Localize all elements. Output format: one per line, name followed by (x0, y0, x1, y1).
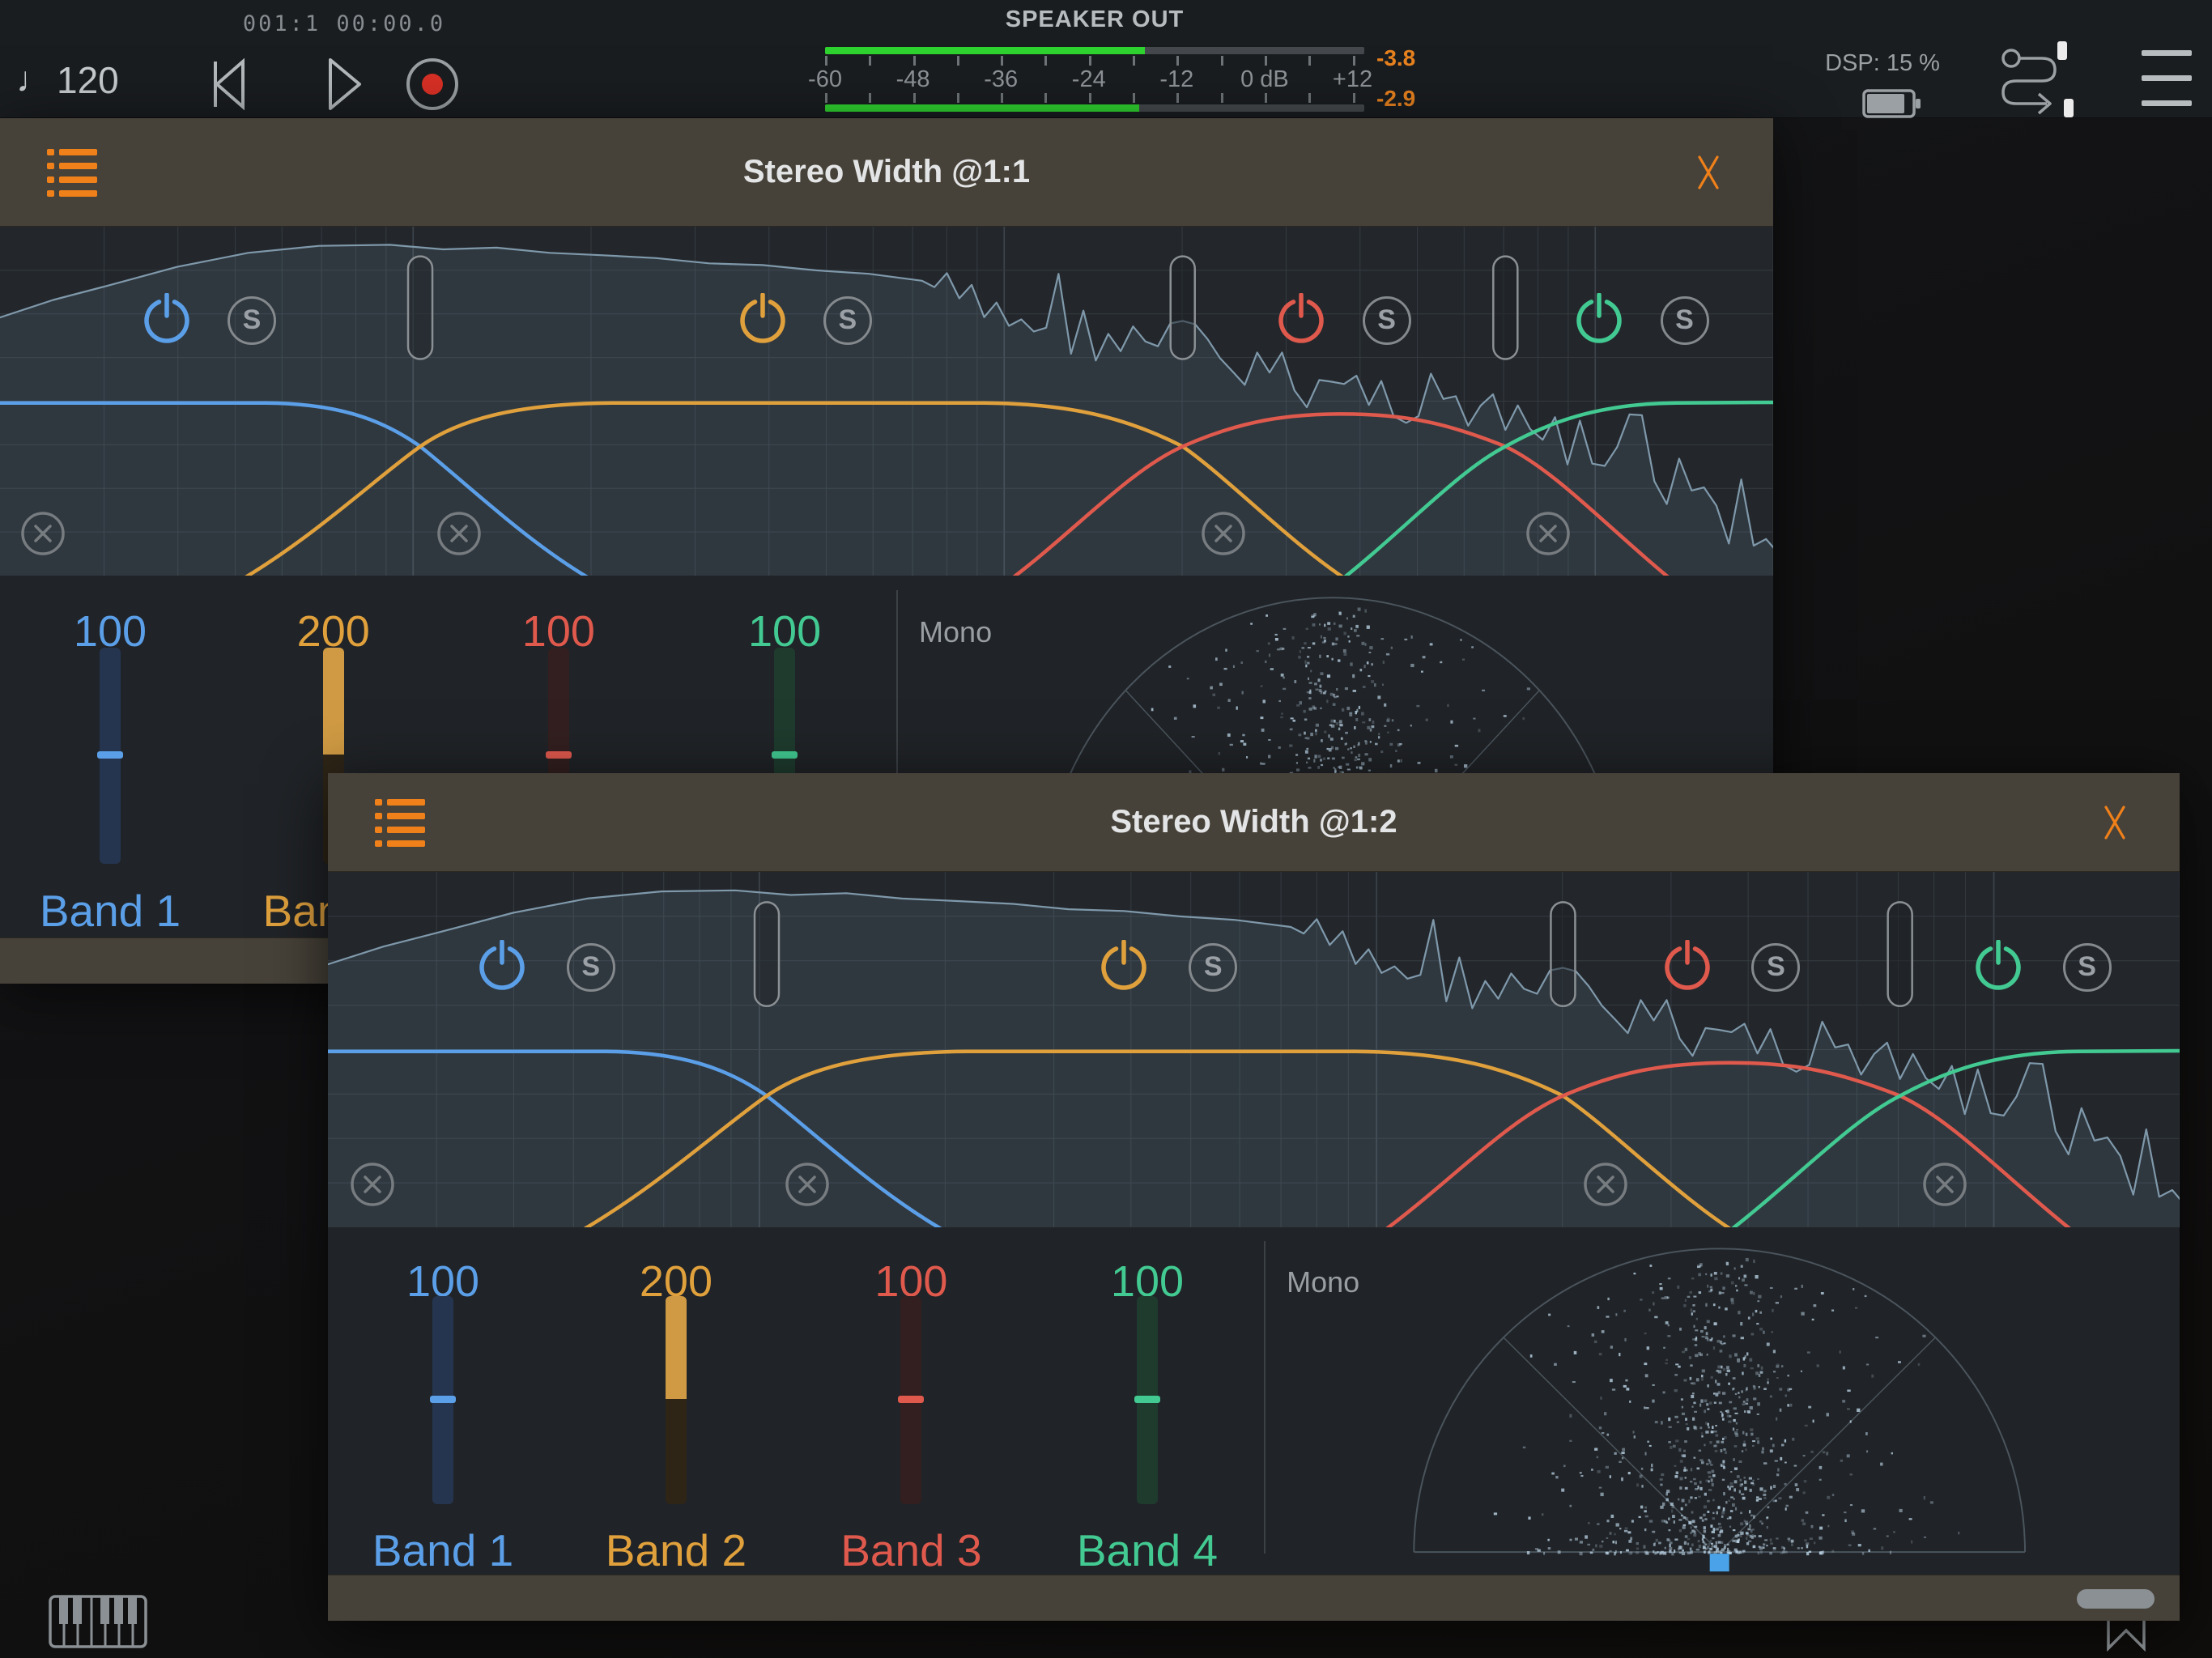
meter-scale-labels: -60-48-36-24-120 dB+12 (825, 66, 1364, 92)
power-icon-band2[interactable] (1096, 940, 1151, 995)
solo-icon-band4[interactable]: S (2063, 943, 2112, 992)
power-icon-band4[interactable] (1572, 293, 1627, 348)
slider-handle[interactable] (430, 1396, 456, 1403)
window-header: Stereo Width @1:1 (0, 118, 1773, 227)
crossover-frequency-handle[interactable] (1171, 257, 1195, 359)
width-slider-band1[interactable] (432, 1296, 453, 1504)
band-label: Band 3 (781, 1524, 1040, 1575)
power-icon-band2[interactable] (735, 293, 790, 348)
crossover-frequency-handle[interactable] (1888, 902, 1912, 1005)
slider-handle[interactable] (97, 751, 123, 759)
band-label: Band 1 (328, 1524, 572, 1575)
crossover-frequency-handle[interactable] (1551, 902, 1575, 1005)
delete-band-icon-3[interactable] (1583, 1162, 1628, 1207)
power-icon-band1[interactable] (474, 940, 530, 995)
solo-icon-band1[interactable]: S (228, 296, 276, 345)
power-icon-band1[interactable] (139, 293, 194, 348)
power-icon-band4[interactable] (1971, 940, 2026, 995)
plugin-window-2: Stereo Width @1:2 S S S S 100 B (328, 773, 2180, 1621)
play-icon[interactable] (309, 52, 377, 117)
solo-icon-band2[interactable]: S (1189, 943, 1237, 992)
power-icon-band3[interactable] (1274, 293, 1329, 348)
delete-band-icon-1[interactable] (20, 511, 66, 556)
window-title: Stereo Width @1:2 (328, 804, 2180, 840)
correlation-marker[interactable] (1710, 1554, 1729, 1571)
slider-handle[interactable] (546, 751, 572, 759)
app-root: ♩ 120 001:1 00:00.0 SPEAKER OUT -60-48-3… (0, 0, 2212, 1658)
top-bar: ♩ 120 001:1 00:00.0 SPEAKER OUT -60-48-3… (0, 0, 2212, 118)
slider-handle[interactable] (772, 751, 798, 759)
battery-icon (1862, 89, 1922, 118)
spectrum-display: S S S S (328, 872, 2180, 1227)
solo-icon-band4[interactable]: S (1661, 296, 1709, 345)
width-slider-band4[interactable] (1137, 1296, 1158, 1504)
piano-keyboard-icon[interactable] (49, 1595, 147, 1648)
delete-band-icon-4[interactable] (1922, 1162, 1967, 1207)
meter-bar-right (825, 104, 1364, 112)
peak-readout-right: -2.9 (1376, 86, 1433, 112)
peak-readout-left: -3.8 (1376, 45, 1433, 71)
mono-label: Mono (1287, 1265, 1359, 1299)
slider-handle[interactable] (898, 1396, 924, 1403)
slider-handle[interactable] (1134, 1396, 1160, 1403)
delete-band-icon-2[interactable] (785, 1162, 830, 1207)
mono-label: Mono (919, 615, 992, 649)
window-title: Stereo Width @1:1 (0, 154, 1773, 190)
time-display[interactable]: 001:1 00:00.0 (219, 11, 470, 36)
solo-icon-band2[interactable]: S (823, 296, 872, 345)
record-icon[interactable] (398, 52, 466, 117)
meter-bar-left (825, 47, 1364, 54)
close-icon[interactable] (2099, 803, 2131, 842)
band-controls: 100 Band 1 200 Band 2 100 Band 3 100 Ban… (328, 1227, 2180, 1575)
delete-band-icon-3[interactable] (1201, 511, 1246, 556)
tempo-display[interactable]: ♩ 120 (16, 58, 119, 102)
window-header: Stereo Width @1:2 (328, 773, 2180, 872)
window-bottom-bar (328, 1575, 2180, 1621)
power-icon-band3[interactable] (1660, 940, 1715, 995)
meter-ticks-bottom (825, 93, 1364, 103)
solo-icon-band1[interactable]: S (567, 943, 615, 992)
band-label: Band 4 (1018, 1524, 1277, 1575)
band-label: Band 2 (547, 1524, 806, 1575)
spectrum-display: S S S S (0, 227, 1773, 576)
quarter-note-icon: ♩ (16, 60, 52, 100)
delete-band-icon-4[interactable] (1525, 511, 1571, 556)
skip-to-start-icon[interactable] (204, 52, 272, 117)
dsp-load-label: DSP: 15 % (1806, 50, 1959, 77)
tempo-value: 120 (57, 58, 119, 102)
resize-handle[interactable] (2077, 1589, 2155, 1609)
delete-band-icon-1[interactable] (350, 1162, 395, 1207)
crossover-frequency-handle[interactable] (1493, 257, 1517, 359)
audio-routing-icon[interactable] (1993, 42, 2074, 117)
solo-icon-band3[interactable]: S (1751, 943, 1800, 992)
crossover-frequency-handle[interactable] (755, 902, 779, 1005)
solo-icon-band3[interactable]: S (1363, 296, 1411, 345)
panel-divider (1264, 1241, 1266, 1554)
width-slider-band2[interactable] (666, 1296, 687, 1504)
output-meter[interactable]: SPEAKER OUT -60-48-36-24-120 dB+12 (825, 0, 1364, 118)
meter-ticks-top (825, 56, 1364, 66)
crossover-frequency-handle[interactable] (408, 257, 432, 359)
width-slider-band3[interactable] (900, 1296, 921, 1504)
delete-band-icon-2[interactable] (436, 511, 482, 556)
close-icon[interactable] (1692, 153, 1725, 192)
width-slider-band1[interactable] (100, 648, 121, 865)
menu-icon[interactable] (2142, 50, 2192, 115)
bookmark-icon[interactable] (2105, 1619, 2147, 1652)
meter-title: SPEAKER OUT (825, 6, 1364, 33)
